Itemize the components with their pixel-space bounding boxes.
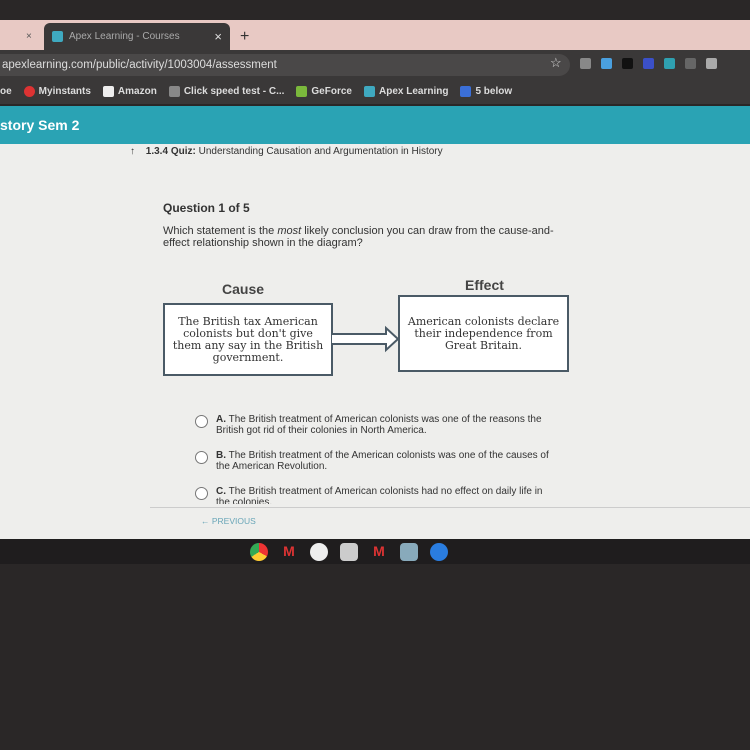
gmail-icon[interactable]: M (370, 543, 388, 561)
option-letter: B. (216, 450, 226, 461)
bookmark-label: Myinstants (38, 85, 91, 97)
prompt-emphasis: most (277, 225, 302, 237)
tab-bar: × Apex Learning - Courses × + (0, 20, 750, 50)
extension-icon[interactable] (601, 58, 612, 69)
gmail-icon[interactable]: M (280, 543, 298, 561)
close-tab-icon[interactable]: × (214, 29, 222, 44)
tab-label: Apex Learning - Courses (69, 31, 180, 42)
chrome-icon[interactable] (250, 542, 268, 561)
prompt-text: Which statement is the (163, 225, 278, 237)
divider (150, 507, 750, 508)
star-icon[interactable]: ☆ (550, 55, 562, 71)
question-counter: Question 1 of 5 (163, 201, 250, 215)
previous-button[interactable]: ← PREVIOUS (201, 516, 256, 526)
bookmark-label: 5 below (475, 85, 513, 97)
extension-icon[interactable] (706, 58, 717, 69)
bookmark-partial[interactable]: oe (0, 86, 12, 97)
bookmark-geforce[interactable]: GeForce (296, 85, 352, 97)
apex-icon (52, 31, 63, 42)
settings-icon[interactable] (310, 542, 328, 561)
bookmark-label: GeForce (311, 85, 352, 97)
apps-icon[interactable] (400, 542, 418, 561)
bookmark-5-below[interactable]: 5 below (460, 85, 513, 97)
files-icon[interactable] (340, 542, 358, 561)
tab-apex-learning[interactable]: Apex Learning - Courses × (44, 23, 230, 50)
apex-icon (363, 85, 375, 97)
option-text: The British treatment of American coloni… (216, 486, 543, 504)
close-tab-icon[interactable]: × (26, 23, 32, 50)
radio-button[interactable] (195, 451, 208, 464)
radio-button[interactable] (195, 487, 208, 500)
extension-icon[interactable] (643, 58, 654, 69)
bookmarks-bar: oe Myinstants Amazon Click speed test - … (0, 78, 750, 104)
geforce-icon (296, 85, 308, 97)
course-banner: story Sem 2 (0, 106, 750, 144)
cause-label: Cause (222, 281, 265, 297)
cursor-icon (168, 85, 180, 97)
option-text: The British treatment of American coloni… (216, 414, 542, 436)
extension-icon[interactable] (664, 58, 675, 69)
question: Question 1 of 5 Which statement is the m… (163, 201, 563, 249)
bookmark-label: oe (0, 85, 12, 97)
extension-icon[interactable] (685, 58, 696, 69)
quiz-code: 1.3.4 (145, 146, 169, 157)
breadcrumb: ↑ 1.3.4 Quiz: Understanding Causation an… (130, 146, 443, 157)
bookmark-apex-learning[interactable]: Apex Learning (363, 85, 449, 97)
new-tab-button[interactable]: + (240, 23, 249, 50)
radio-button[interactable] (195, 415, 208, 428)
bookmark-label: Amazon (117, 85, 157, 97)
bookmark-click-speed-test[interactable]: Click speed test - C... (168, 85, 285, 97)
quiz-type: Quiz: (170, 146, 196, 157)
bookmark-myinstants[interactable]: Myinstants (23, 85, 91, 97)
meet-icon[interactable] (430, 542, 448, 561)
myinstants-icon (23, 85, 35, 97)
effect-box: American colonists declare their indepen… (398, 295, 569, 372)
address-bar-row: apexlearning.com/public/activity/1003004… (0, 50, 750, 78)
url-input[interactable]: apexlearning.com/public/activity/1003004… (0, 54, 570, 76)
bookmark-amazon[interactable]: Amazon (102, 85, 157, 97)
five-below-icon (460, 85, 472, 97)
bookmark-label: Click speed test - C... (183, 85, 285, 97)
taskbar: M M (0, 539, 750, 564)
bookmark-label: Apex Learning (378, 85, 449, 97)
extension-icon[interactable] (622, 58, 633, 69)
answer-option-b[interactable]: B. The British treatment of the American… (195, 450, 555, 472)
effect-label: Effect (465, 277, 504, 293)
option-letter: A. (216, 414, 226, 425)
quiz-title: Understanding Causation and Argumentatio… (198, 146, 443, 157)
question-prompt: Which statement is the most likely concl… (163, 225, 563, 249)
course-title: story Sem 2 (0, 117, 80, 133)
quiz-page: ↑ 1.3.4 Quiz: Understanding Causation an… (0, 144, 750, 539)
arrow-icon (332, 325, 400, 353)
extensions (580, 58, 717, 69)
option-letter: C. (216, 486, 226, 497)
extension-icon[interactable] (580, 58, 591, 69)
answer-option-c[interactable]: C. The British treatment of American col… (195, 486, 555, 504)
up-arrow-icon[interactable]: ↑ (130, 146, 135, 157)
amazon-icon (102, 85, 114, 97)
cause-box: The British tax American colonists but d… (163, 303, 333, 376)
answer-option-a[interactable]: A. The British treatment of American col… (195, 414, 555, 436)
option-text: The British treatment of the American co… (216, 450, 549, 472)
